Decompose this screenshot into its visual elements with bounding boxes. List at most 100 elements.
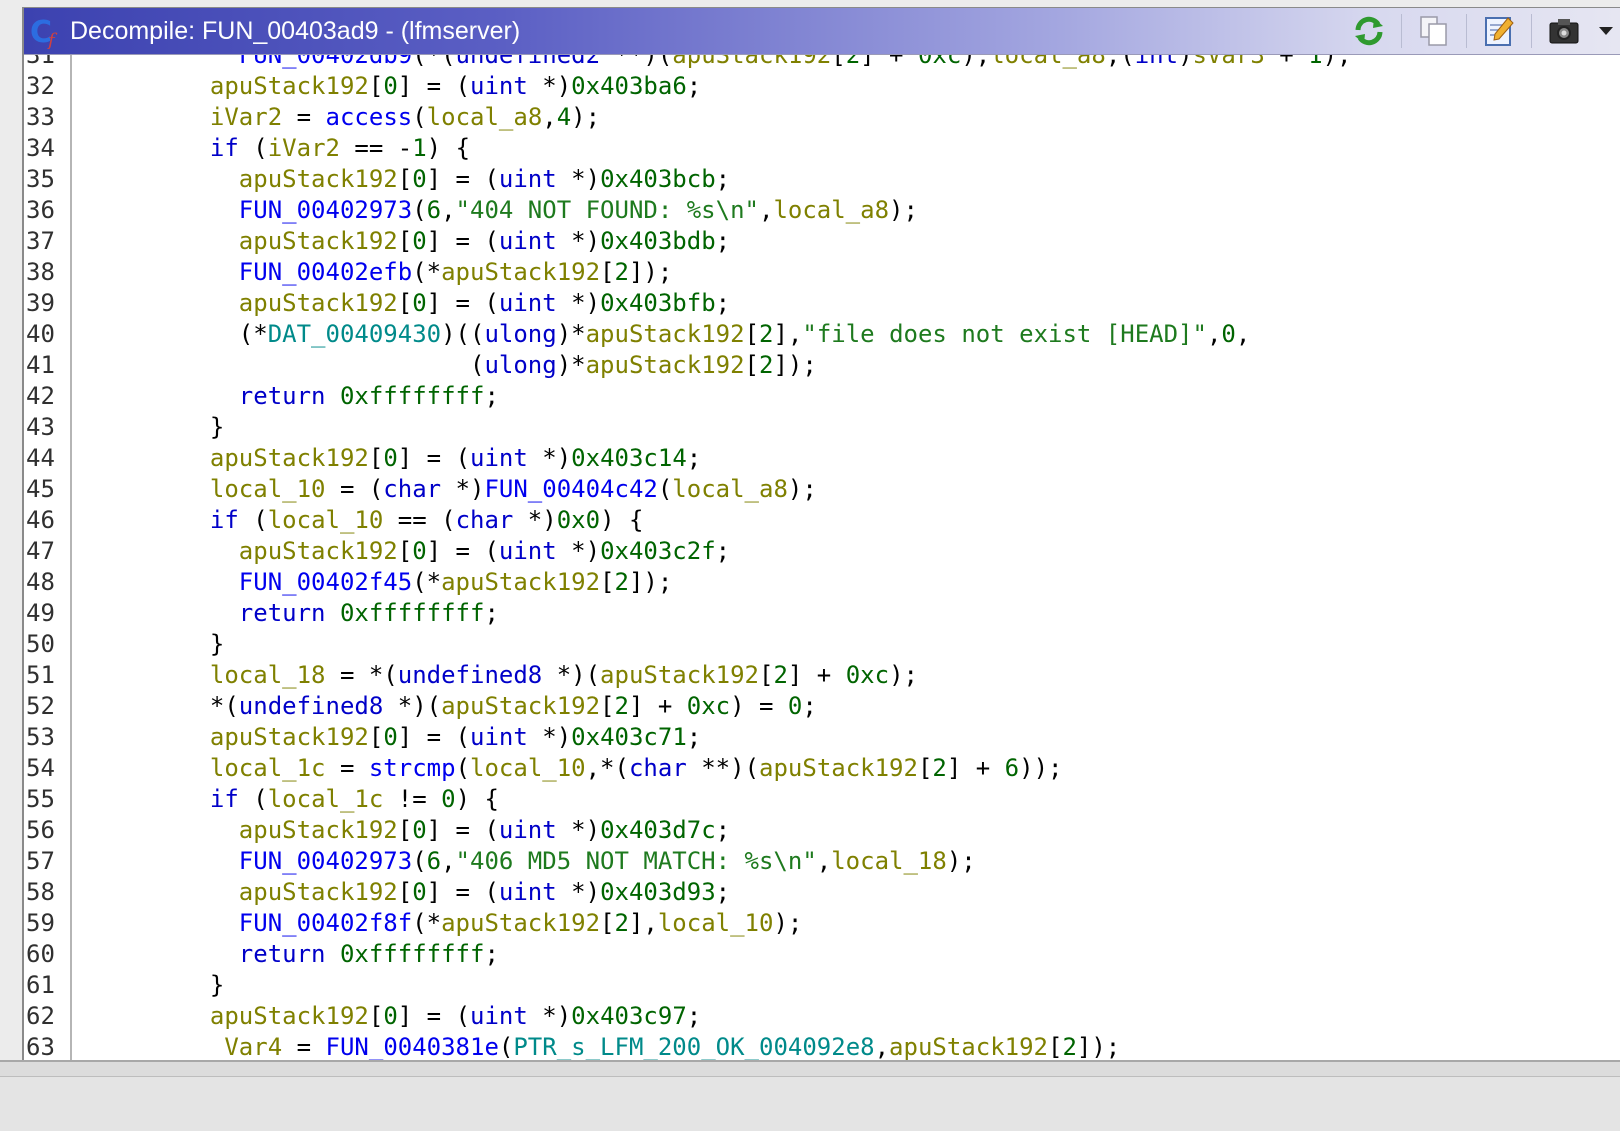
code-text[interactable]: if (iVar2 == -1) { xyxy=(181,133,470,164)
code-line[interactable]: 61 } xyxy=(24,970,1620,1001)
code-line[interactable]: 48 FUN_00402f45(*apuStack192[2]); xyxy=(24,567,1620,598)
code-text[interactable]: apuStack192[0] = (uint *)0x403bcb; xyxy=(181,164,730,195)
code-text[interactable]: local_1c = strcmp(local_10,*(char **)(ap… xyxy=(181,753,1063,784)
code-line[interactable]: 51 local_18 = *(undefined8 *)(apuStack19… xyxy=(24,660,1620,691)
line-number: 33 xyxy=(26,103,55,131)
code-text[interactable]: Var4 = FUN_0040381e(PTR_s_LFM_200_OK_004… xyxy=(181,1032,1120,1063)
code-text[interactable]: apuStack192[0] = (uint *)0x403d93; xyxy=(181,877,730,908)
code-text[interactable]: (ulong)*apuStack192[2]); xyxy=(181,350,817,381)
line-number: 38 xyxy=(26,258,55,286)
line-number: 54 xyxy=(26,754,55,782)
code-line[interactable]: 43 } xyxy=(24,412,1620,443)
window-title: Decompile: FUN_00403ad9 - (lfmserver) xyxy=(70,16,521,45)
line-number: 62 xyxy=(26,1002,55,1030)
edit-icon[interactable] xyxy=(1479,11,1519,51)
line-number: 41 xyxy=(26,351,55,379)
toolbar-separator xyxy=(1401,14,1402,48)
code-line[interactable]: 50 } xyxy=(24,629,1620,660)
code-text[interactable]: apuStack192[0] = (uint *)0x403bdb; xyxy=(181,226,730,257)
code-text[interactable]: FUN_00402973(6,"404 NOT FOUND: %s\n",loc… xyxy=(181,195,918,226)
line-number: 35 xyxy=(26,165,55,193)
code-line[interactable]: 47 apuStack192[0] = (uint *)0x403c2f; xyxy=(24,536,1620,567)
line-number: 37 xyxy=(26,227,55,255)
code-text[interactable]: apuStack192[0] = (uint *)0x403ba6; xyxy=(181,71,701,102)
svg-text:f: f xyxy=(46,30,58,49)
code-line[interactable]: 62 apuStack192[0] = (uint *)0x403c97; xyxy=(24,1001,1620,1032)
code-text[interactable]: FUN_00402f45(*apuStack192[2]); xyxy=(181,567,673,598)
code-text[interactable]: apuStack192[0] = (uint *)0x403bfb; xyxy=(181,288,730,319)
refresh-icon[interactable] xyxy=(1349,11,1389,51)
status-bar xyxy=(0,1076,1620,1131)
code-line[interactable]: 46 if (local_10 == (char *)0x0) { xyxy=(24,505,1620,536)
window-titlebar[interactable]: C f Decompile: FUN_00403ad9 - (lfmserver… xyxy=(24,8,1620,55)
code-line[interactable]: 39 apuStack192[0] = (uint *)0x403bfb; xyxy=(24,288,1620,319)
code-line[interactable]: 54 local_1c = strcmp(local_10,*(char **)… xyxy=(24,753,1620,784)
chevron-down-icon[interactable] xyxy=(1596,11,1616,51)
code-text[interactable]: if (local_10 == (char *)0x0) { xyxy=(181,505,644,536)
code-text[interactable]: return 0xffffffff; xyxy=(181,381,499,412)
code-line[interactable]: 32 apuStack192[0] = (uint *)0x403ba6; xyxy=(24,71,1620,102)
code-line[interactable]: 34 if (iVar2 == -1) { xyxy=(24,133,1620,164)
code-line[interactable]: 33 iVar2 = access(local_a8,4); xyxy=(24,102,1620,133)
code-text[interactable]: iVar2 = access(local_a8,4); xyxy=(181,102,600,133)
code-text[interactable]: *(undefined8 *)(apuStack192[2] + 0xc) = … xyxy=(181,691,817,722)
decompiled-code-view[interactable]: 31 FUN_00402db9(*(undefined2 **)(apuStac… xyxy=(24,55,1620,1101)
line-number: 43 xyxy=(26,413,55,441)
code-text[interactable]: FUN_00402f8f(*apuStack192[2],local_10); xyxy=(181,908,803,939)
code-text[interactable]: return 0xffffffff; xyxy=(181,598,499,629)
snapshot-icon[interactable] xyxy=(1544,11,1584,51)
code-line[interactable]: 57 FUN_00402973(6,"406 MD5 NOT MATCH: %s… xyxy=(24,846,1620,877)
code-line[interactable]: 63 Var4 = FUN_0040381e(PTR_s_LFM_200_OK_… xyxy=(24,1032,1620,1063)
code-text[interactable]: } xyxy=(181,412,224,443)
line-number: 34 xyxy=(26,134,55,162)
code-line[interactable]: 44 apuStack192[0] = (uint *)0x403c14; xyxy=(24,443,1620,474)
code-line[interactable]: 52 *(undefined8 *)(apuStack192[2] + 0xc)… xyxy=(24,691,1620,722)
line-number: 55 xyxy=(26,785,55,813)
code-line[interactable]: 60 return 0xffffffff; xyxy=(24,939,1620,970)
line-number: 42 xyxy=(26,382,55,410)
code-line[interactable]: 31 FUN_00402db9(*(undefined2 **)(apuStac… xyxy=(24,55,1620,71)
code-text[interactable]: FUN_00402db9(*(undefined2 **)(apuStack19… xyxy=(181,55,1352,71)
code-line[interactable]: 45 local_10 = (char *)FUN_00404c42(local… xyxy=(24,474,1620,505)
code-line[interactable]: 58 apuStack192[0] = (uint *)0x403d93; xyxy=(24,877,1620,908)
line-number: 50 xyxy=(26,630,55,658)
code-text[interactable]: FUN_00402973(6,"406 MD5 NOT MATCH: %s\n"… xyxy=(181,846,976,877)
code-text[interactable]: apuStack192[0] = (uint *)0x403c97; xyxy=(181,1001,701,1032)
line-number: 39 xyxy=(26,289,55,317)
line-number: 53 xyxy=(26,723,55,751)
code-text[interactable]: apuStack192[0] = (uint *)0x403d7c; xyxy=(181,815,730,846)
code-text[interactable]: if (local_1c != 0) { xyxy=(181,784,499,815)
code-line[interactable]: 42 return 0xffffffff; xyxy=(24,381,1620,412)
code-text[interactable]: (*DAT_00409430)((ulong)*apuStack192[2],"… xyxy=(181,319,1251,350)
code-line[interactable]: 40 (*DAT_00409430)((ulong)*apuStack192[2… xyxy=(24,319,1620,350)
code-text[interactable]: FUN_00402efb(*apuStack192[2]); xyxy=(181,257,673,288)
decompiler-icon: C f xyxy=(28,13,64,51)
code-text[interactable]: local_10 = (char *)FUN_00404c42(local_a8… xyxy=(181,474,817,505)
code-line[interactable]: 53 apuStack192[0] = (uint *)0x403c71; xyxy=(24,722,1620,753)
line-number: 63 xyxy=(26,1033,55,1061)
line-number: 46 xyxy=(26,506,55,534)
code-line[interactable]: 49 return 0xffffffff; xyxy=(24,598,1620,629)
line-number: 48 xyxy=(26,568,55,596)
code-line[interactable]: 59 FUN_00402f8f(*apuStack192[2],local_10… xyxy=(24,908,1620,939)
code-text[interactable]: apuStack192[0] = (uint *)0x403c71; xyxy=(181,722,701,753)
code-line[interactable]: 41 (ulong)*apuStack192[2]); xyxy=(24,350,1620,381)
code-line[interactable]: 38 FUN_00402efb(*apuStack192[2]); xyxy=(24,257,1620,288)
code-line[interactable]: 36 FUN_00402973(6,"404 NOT FOUND: %s\n",… xyxy=(24,195,1620,226)
horizontal-scrollbar[interactable] xyxy=(0,1060,1620,1076)
copy-icon[interactable] xyxy=(1414,11,1454,51)
code-text[interactable]: apuStack192[0] = (uint *)0x403c2f; xyxy=(181,536,730,567)
code-text[interactable]: } xyxy=(181,629,224,660)
code-line[interactable]: 37 apuStack192[0] = (uint *)0x403bdb; xyxy=(24,226,1620,257)
line-number: 44 xyxy=(26,444,55,472)
line-number: 45 xyxy=(26,475,55,503)
code-text[interactable]: local_18 = *(undefined8 *)(apuStack192[2… xyxy=(181,660,918,691)
toolbar-separator xyxy=(1466,14,1467,48)
code-line[interactable]: 56 apuStack192[0] = (uint *)0x403d7c; xyxy=(24,815,1620,846)
line-number: 61 xyxy=(26,971,55,999)
code-text[interactable]: apuStack192[0] = (uint *)0x403c14; xyxy=(181,443,701,474)
code-line[interactable]: 55 if (local_1c != 0) { xyxy=(24,784,1620,815)
code-text[interactable]: return 0xffffffff; xyxy=(181,939,499,970)
code-line[interactable]: 35 apuStack192[0] = (uint *)0x403bcb; xyxy=(24,164,1620,195)
code-text[interactable]: } xyxy=(181,970,224,1001)
